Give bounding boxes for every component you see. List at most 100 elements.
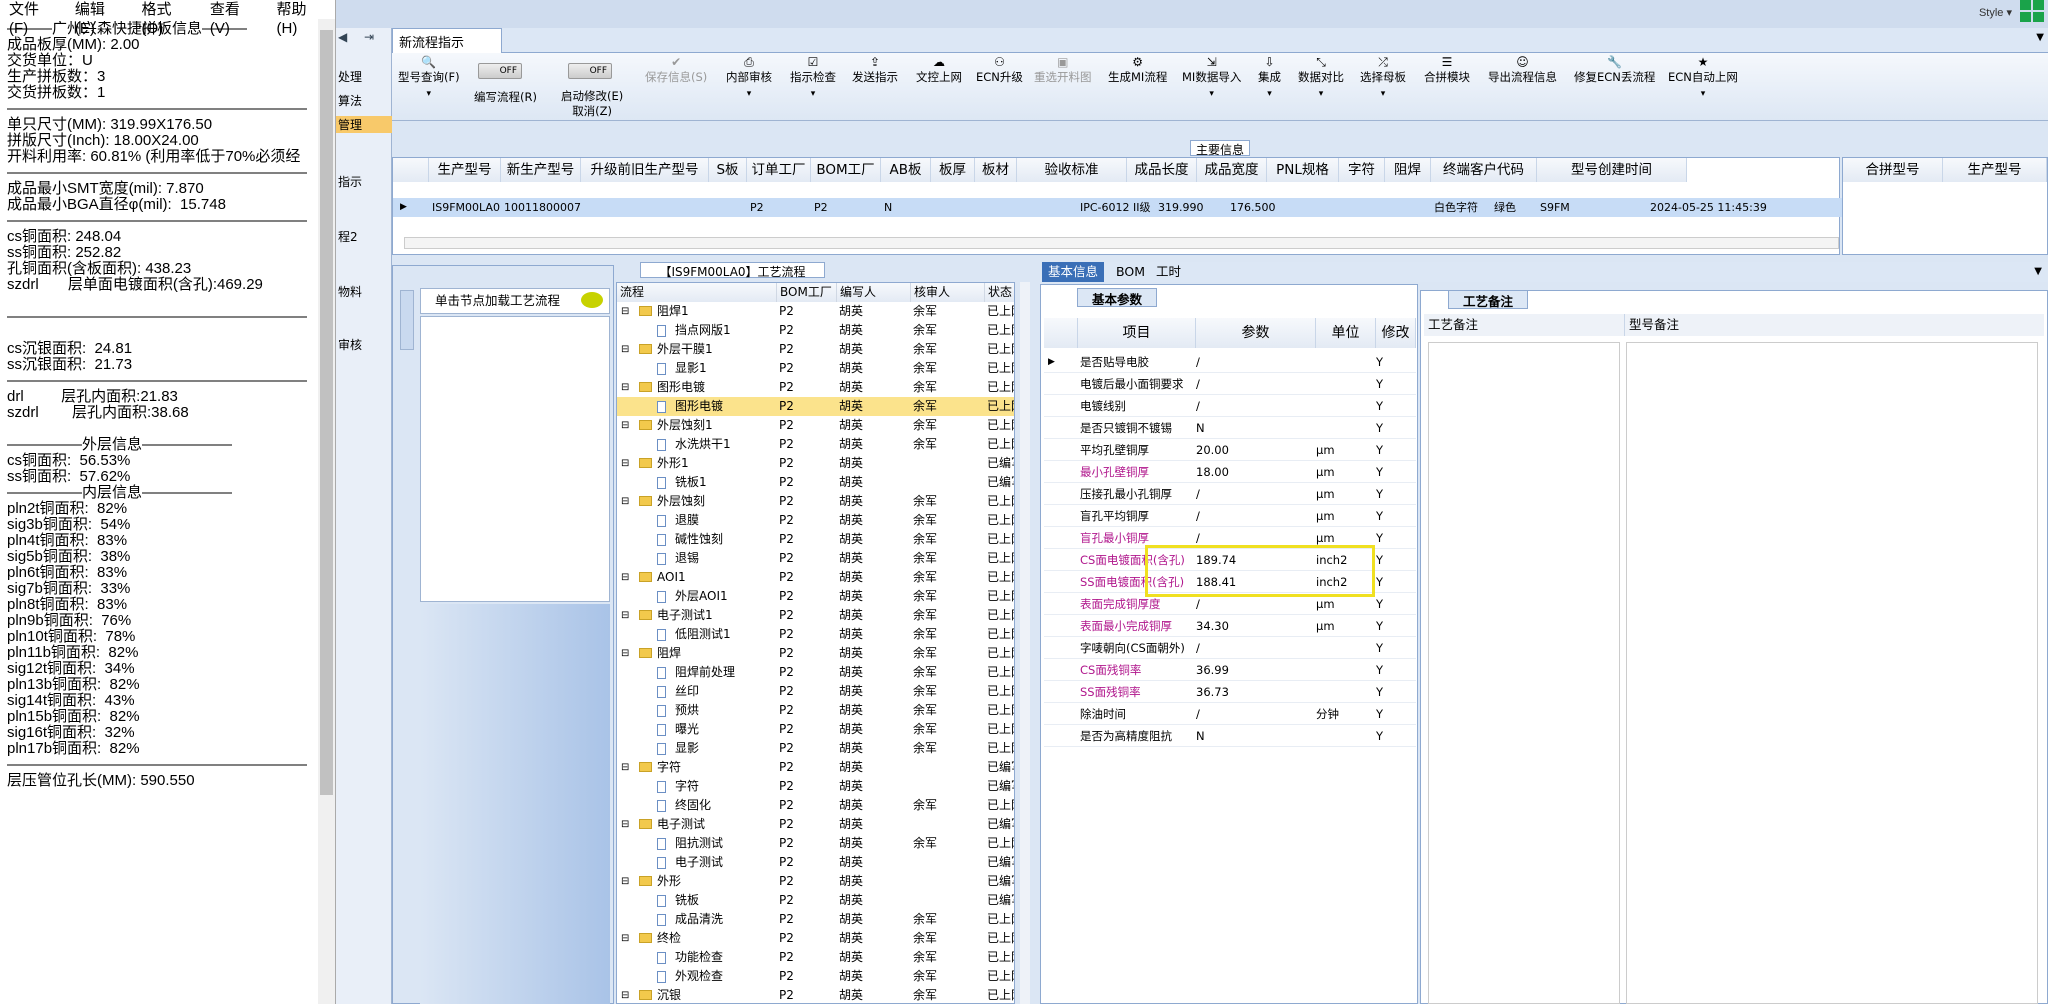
param-row[interactable]: ▶ 是否贴导电胶 / Y xyxy=(1044,351,1416,373)
col-header[interactable]: 合拼型号 xyxy=(1843,158,1943,182)
param-cell-v[interactable]: / xyxy=(1196,637,1312,659)
col-header[interactable]: 成品长度 xyxy=(1127,158,1197,182)
tree-node[interactable]: ⊟ 外层蚀刻 P2 胡英 余军 已上网 xyxy=(617,492,1014,511)
nav-item-indication[interactable]: 指示 xyxy=(336,173,364,190)
tree-node[interactable]: ⊟ 电子测试 P2 胡英 已编写 xyxy=(617,815,1014,834)
param-cell-v[interactable]: / xyxy=(1196,483,1312,505)
tree-node[interactable]: 终固化 P2 胡英 余军 已上网 xyxy=(617,796,1014,815)
tree-col-header[interactable]: BOM工厂 xyxy=(777,283,837,302)
tree-node[interactable]: ⊟ 外层蚀刻1 P2 胡英 余军 已上网 xyxy=(617,416,1014,435)
col-header[interactable]: AB板 xyxy=(881,158,931,182)
tree-node[interactable]: ⊟ 字符 P2 胡英 已编写 xyxy=(617,758,1014,777)
col-header[interactable]: 成品宽度 xyxy=(1197,158,1267,182)
cell[interactable]: P2 xyxy=(747,198,811,217)
tree-node[interactable]: ⊟ AOI1 P2 胡英 余军 已上网 xyxy=(617,568,1014,587)
tree-col-header[interactable]: 编写人 xyxy=(837,283,911,302)
compare-button[interactable]: ⤡ 数据对比 ▾ xyxy=(1298,55,1344,99)
nav-item-algorithm[interactable]: 算法 xyxy=(336,92,364,109)
tab-new-flow[interactable]: 新流程指示 xyxy=(392,28,502,53)
param-row[interactable]: 电镀后最小面铜要求 / Y xyxy=(1044,373,1416,395)
expand-toggle-icon[interactable]: ⊟ xyxy=(621,986,629,1003)
tree-node[interactable]: 预烘 P2 胡英 余军 已上网 xyxy=(617,701,1014,720)
tree-node[interactable]: ⊟ 阻焊 P2 胡英 余军 已上网 xyxy=(617,644,1014,663)
export-flow-button[interactable]: ☺ 导出流程信息 xyxy=(1488,55,1557,85)
tree-node[interactable]: 低阻测试1 P2 胡英 余军 已上网 xyxy=(617,625,1014,644)
grid-horizontal-scrollbar[interactable] xyxy=(404,237,1839,249)
col-header[interactable]: 新生产型号 xyxy=(501,158,581,182)
param-row[interactable]: 平均孔壁铜厚 20.00 μm Y xyxy=(1044,439,1416,461)
param-cell-v[interactable]: N xyxy=(1196,417,1312,439)
menu-file[interactable]: 文件(F) xyxy=(0,0,66,37)
param-cell-v[interactable]: / xyxy=(1196,703,1312,725)
col-header[interactable]: 生产型号 xyxy=(1943,158,2047,182)
notepad-scroll-thumb[interactable] xyxy=(320,30,333,795)
cell[interactable] xyxy=(975,198,1017,217)
indication-check-button[interactable]: ☑ 指示检查 ▾ xyxy=(790,55,836,99)
cell[interactable]: 2024-05-25 11:45:39 xyxy=(1647,198,1797,217)
cell[interactable]: 319.990 xyxy=(1155,198,1225,217)
tab-basic-info[interactable]: 基本信息 xyxy=(1042,262,1105,282)
param-cell-v[interactable]: / xyxy=(1196,395,1312,417)
integrate-button[interactable]: ⇩ 集成 ▾ xyxy=(1258,55,1281,99)
chevron-down-icon[interactable]: ▼ xyxy=(2034,266,2042,277)
rearrange-button[interactable]: ▣ 重选开料图 xyxy=(1034,55,1092,85)
tree-node[interactable]: 铣板1 P2 胡英 已编写 xyxy=(617,473,1014,492)
gen-mi-button[interactable]: ⚙ 生成MI流程 xyxy=(1108,55,1167,85)
expand-toggle-icon[interactable]: ⊟ xyxy=(621,340,629,359)
tree-node[interactable]: ⊟ 沉银 P2 胡英 余军 已上网 xyxy=(617,986,1014,1003)
flow-node-list[interactable] xyxy=(420,316,610,602)
param-row[interactable]: 表面最小完成铜厚 34.30 μm Y xyxy=(1044,615,1416,637)
param-cell-v[interactable]: / xyxy=(1196,351,1312,373)
expand-toggle-icon[interactable]: ⊟ xyxy=(621,758,629,777)
param-col-header[interactable]: 参数 xyxy=(1196,318,1316,348)
expand-toggle-icon[interactable]: ⊟ xyxy=(621,606,629,625)
expand-toggle-icon[interactable]: ⊟ xyxy=(621,302,629,321)
tree-col-header[interactable]: 核审人 xyxy=(911,283,985,302)
tree-node[interactable]: 显影1 P2 胡英 余军 已上网 xyxy=(617,359,1014,378)
tree-node[interactable]: 阻抗测试 P2 胡英 余军 已上网 xyxy=(617,834,1014,853)
expand-toggle-icon[interactable]: ⊟ xyxy=(621,378,629,397)
start-modify-toggle[interactable]: OFF xyxy=(568,63,612,79)
nav-item-flow2[interactable]: 程2 xyxy=(336,228,364,245)
tree-node[interactable]: 碱性蚀刻 P2 胡英 余军 已上网 xyxy=(617,530,1014,549)
param-row[interactable]: 最小孔壁铜厚 18.00 μm Y xyxy=(1044,461,1416,483)
select-template-button[interactable]: ⤮ 选择母板 ▾ xyxy=(1360,55,1406,99)
nav-item-process[interactable]: 处理 xyxy=(336,68,364,85)
expand-toggle-icon[interactable]: ⊟ xyxy=(621,416,629,435)
param-cell-v[interactable]: 18.00 xyxy=(1196,461,1312,483)
tree-node[interactable]: ⊟ 外形 P2 胡英 已编写 xyxy=(617,872,1014,891)
edit-flow-toggle[interactable]: OFF xyxy=(478,63,522,79)
col-header[interactable]: S板 xyxy=(709,158,747,182)
tree-node[interactable]: 阻焊前处理 P2 胡英 余军 已上网 xyxy=(617,663,1014,682)
col-header[interactable]: 订单工厂 xyxy=(747,158,811,182)
tree-node[interactable]: ⊟ 图形电镀 P2 胡英 余军 已上网 xyxy=(617,378,1014,397)
cell[interactable]: P2 xyxy=(811,198,881,217)
tree-node[interactable]: ⊟ 终检 P2 胡英 余军 已上网 xyxy=(617,929,1014,948)
expand-toggle-icon[interactable]: ⊟ xyxy=(621,929,629,948)
col-header[interactable]: 升级前旧生产型号 xyxy=(581,158,709,182)
menu-edit[interactable]: 编辑(E) xyxy=(66,0,133,37)
tree-node[interactable]: 铣板 P2 胡英 已编写 xyxy=(617,891,1014,910)
tree-node[interactable]: ⊟ 电子测试1 P2 胡英 余军 已上网 xyxy=(617,606,1014,625)
param-col-header[interactable]: 项目 xyxy=(1078,318,1196,348)
tree-node[interactable]: 功能检查 P2 胡英 余军 已上网 xyxy=(617,948,1014,967)
expand-toggle-icon[interactable]: ⊟ xyxy=(621,815,629,834)
cell[interactable] xyxy=(581,198,709,217)
tree-node[interactable]: 退膜 P2 胡英 余军 已上网 xyxy=(617,511,1014,530)
tab-basic-params[interactable]: 基本参数 xyxy=(1077,288,1157,307)
cell[interactable] xyxy=(709,198,747,217)
mi-import-button[interactable]: ⇲ MI数据导入 ▾ xyxy=(1182,55,1241,99)
tree-node[interactable]: 显影 P2 胡英 余军 已上网 xyxy=(617,739,1014,758)
ecn-auto-button[interactable]: ★ ECN自动上网 ▾ xyxy=(1668,55,1738,99)
nav-pin-icon[interactable]: ⇥ xyxy=(364,30,388,50)
nav-item-review[interactable]: 审核 xyxy=(336,336,364,353)
param-row[interactable]: CS面残铜率 36.99 Y xyxy=(1044,659,1416,681)
flow-click-hint[interactable]: 单击节点加载工艺流程 xyxy=(420,288,610,314)
param-cell-v[interactable]: / xyxy=(1196,505,1312,527)
query-button[interactable]: 🔍 型号查询(F) ▾ xyxy=(398,55,460,99)
tab-dropdown-icon[interactable]: ▼ xyxy=(2036,32,2044,43)
nav-item-manage[interactable]: 管理 xyxy=(336,116,392,133)
col-header[interactable]: 生产型号 xyxy=(429,158,501,182)
col-header[interactable]: BOM工厂 xyxy=(811,158,881,182)
style-dropdown[interactable]: Style ▾ xyxy=(1979,6,2012,19)
